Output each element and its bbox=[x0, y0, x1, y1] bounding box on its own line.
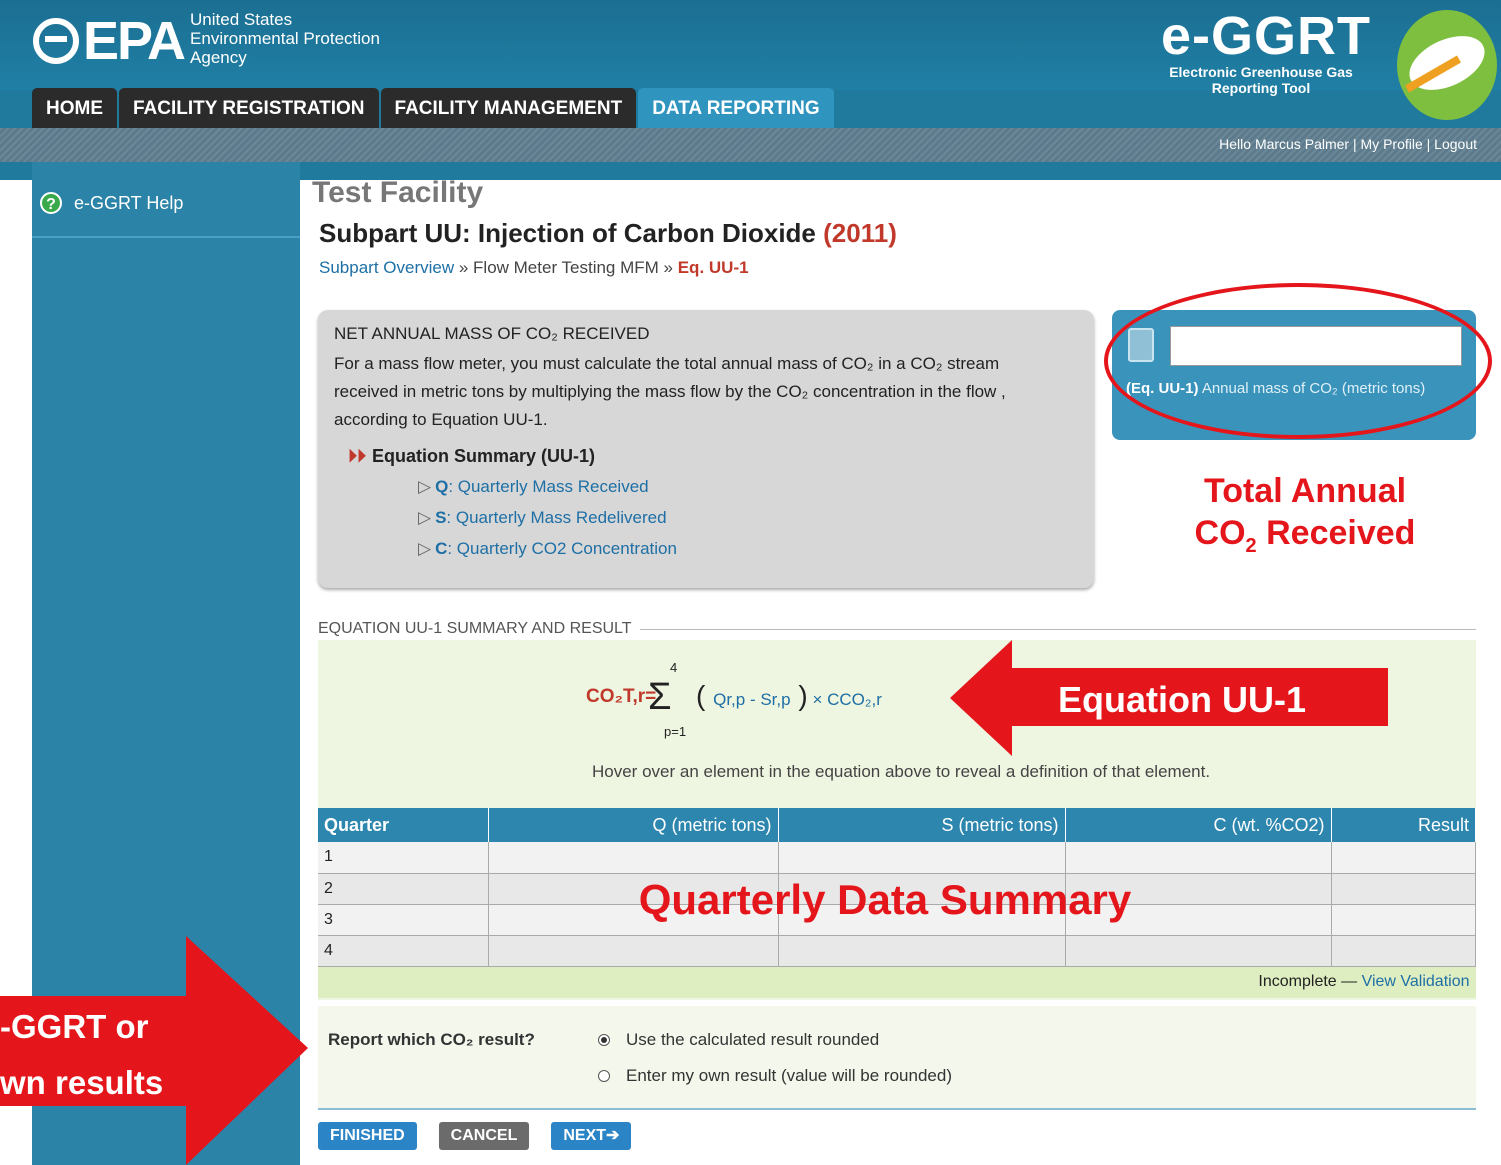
epa-logo[interactable]: EPA United States Environmental Protecti… bbox=[33, 10, 380, 71]
table-header-row: Quarter Q (metric tons) S (metric tons) … bbox=[318, 808, 1476, 842]
my-profile-link[interactable]: My Profile bbox=[1361, 136, 1423, 152]
info-title: NET ANNUAL MASS OF CO₂ RECEIVED bbox=[334, 324, 650, 343]
sum-upper-limit: 4 bbox=[670, 660, 678, 675]
reporting-year: (2011) bbox=[823, 218, 897, 248]
sum-lower-limit: p=1 bbox=[664, 724, 687, 739]
cancel-button[interactable]: CANCEL bbox=[438, 1122, 530, 1150]
breadcrumb-subpart-overview[interactable]: Subpart Overview bbox=[319, 258, 454, 277]
breadcrumb-current: Eq. UU-1 bbox=[677, 258, 749, 277]
info-description: For a mass flow meter, you must calculat… bbox=[334, 354, 1006, 429]
sidebar-item-help[interactable]: ? e-GGRT Help bbox=[40, 192, 183, 214]
tab-facility-registration[interactable]: FACILITY REGISTRATION bbox=[119, 88, 379, 128]
equation-formula: CO₂T,r= 4 Σ p=1 ( Qr,p - Sr,p ) × CCO₂,r bbox=[586, 660, 946, 740]
annotation-arrow-results: -GGRT or wn results bbox=[0, 936, 308, 1165]
equation-section-header: EQUATION UU-1 SUMMARY AND RESULT bbox=[318, 620, 640, 638]
annotation-equation-label: Equation UU-1 bbox=[1058, 679, 1306, 720]
egret-logo-icon bbox=[1397, 10, 1497, 120]
epa-logo-text: EPA bbox=[83, 10, 186, 71]
epa-logo-icon bbox=[33, 17, 79, 64]
annotation-left-line1: -GGRT or bbox=[0, 1008, 149, 1045]
triangle-right-icon: ▷ bbox=[418, 539, 432, 558]
eggrt-title: e-GGRT bbox=[1160, 6, 1371, 66]
table-status-row: Incomplete — View Validation bbox=[318, 966, 1476, 998]
formula-lhs[interactable]: CO₂T,r= bbox=[586, 686, 656, 708]
col-s: S (metric tons) bbox=[778, 808, 1066, 842]
table-row[interactable]: 1 bbox=[318, 842, 1476, 874]
annotation-ellipse bbox=[1104, 283, 1492, 439]
equation-summary-toggle[interactable]: ⏵⏵ Equation Summary (UU-1) bbox=[348, 446, 1078, 467]
logout-link[interactable]: Logout bbox=[1434, 136, 1477, 152]
col-quarter: Quarter bbox=[318, 808, 489, 842]
epa-logo-subtitle: United States Environmental Protection A… bbox=[190, 10, 380, 67]
breadcrumb-flow-meter: Flow Meter Testing MFM bbox=[473, 258, 659, 277]
tab-home[interactable]: HOME bbox=[32, 88, 117, 128]
radio-use-calculated[interactable]: Use the calculated result rounded bbox=[598, 1030, 879, 1050]
user-greeting: Hello Marcus Palmer bbox=[1219, 136, 1350, 152]
facility-name: Test Facility bbox=[312, 176, 484, 209]
triangle-right-icon: ▷ bbox=[418, 477, 432, 496]
radio-button-selected[interactable] bbox=[598, 1034, 610, 1046]
radio-enter-own[interactable]: Enter my own result (value will be round… bbox=[598, 1066, 952, 1086]
expand-icon: ⏵⏵ bbox=[348, 446, 366, 466]
equation-info-box: NET ANNUAL MASS OF CO₂ RECEIVED For a ma… bbox=[318, 310, 1094, 588]
finished-button[interactable]: FINISHED bbox=[318, 1122, 417, 1150]
hover-instructions: Hover over an element in the equation ab… bbox=[592, 762, 1211, 781]
breadcrumb: Subpart Overview » Flow Meter Testing MF… bbox=[319, 258, 749, 277]
radio-button[interactable] bbox=[598, 1070, 610, 1082]
main-nav-tabs: HOME FACILITY REGISTRATION FACILITY MANA… bbox=[32, 88, 836, 128]
view-validation-link[interactable]: View Validation bbox=[1362, 973, 1470, 990]
list-item-c[interactable]: ▷ C: Quarterly CO2 Concentration bbox=[418, 533, 1078, 564]
status-text: Incomplete — bbox=[1258, 973, 1362, 991]
next-button[interactable]: NEXT➔ bbox=[551, 1122, 632, 1150]
action-buttons: FINISHED CANCEL NEXT➔ bbox=[318, 1122, 653, 1150]
help-icon: ? bbox=[40, 192, 62, 214]
sidebar-item-label: e-GGRT Help bbox=[74, 192, 184, 213]
col-result: Result bbox=[1331, 808, 1476, 842]
eggrt-subtitle: Electronic Greenhouse Gas Reporting Tool bbox=[1169, 64, 1353, 96]
report-choice-label: Report which CO₂ result? bbox=[328, 1030, 535, 1049]
user-bar: Hello Marcus Palmer | My Profile | Logou… bbox=[0, 128, 1501, 162]
tab-data-reporting[interactable]: DATA REPORTING bbox=[638, 88, 834, 128]
page-title: Subpart UU: Injection of Carbon Dioxide … bbox=[319, 218, 897, 248]
annotation-quarterly: Quarterly Data Summary bbox=[638, 876, 1132, 923]
col-c: C (wt. %CO2) bbox=[1065, 808, 1332, 842]
list-item-q[interactable]: ▷ Q: Quarterly Mass Received bbox=[418, 471, 1078, 502]
annotation-left-line2: wn results bbox=[0, 1064, 163, 1101]
sidebar-divider bbox=[32, 236, 300, 238]
col-q: Q (metric tons) bbox=[488, 808, 779, 842]
sigma-icon: Σ bbox=[648, 676, 672, 718]
annotation-total-annual: Total Annual CO2 Received bbox=[1194, 472, 1416, 557]
tab-facility-management[interactable]: FACILITY MANAGEMENT bbox=[380, 88, 637, 128]
formula-body[interactable]: ( Qr,p - Sr,p ) × CCO₂,r bbox=[696, 680, 882, 712]
triangle-right-icon: ▷ bbox=[418, 508, 432, 527]
user-links: Hello Marcus Palmer | My Profile | Logou… bbox=[1219, 136, 1477, 152]
report-choice-section: Report which CO₂ result? Use the calcula… bbox=[318, 1006, 1476, 1110]
list-item-s[interactable]: ▷ S: Quarterly Mass Redelivered bbox=[418, 502, 1078, 533]
table-row[interactable]: 4 bbox=[318, 935, 1476, 967]
annotation-arrow-equation: Equation UU-1 bbox=[950, 640, 1388, 756]
equation-summary-list: ▷ Q: Quarterly Mass Received ▷ S: Quarterl… bbox=[418, 471, 1078, 564]
